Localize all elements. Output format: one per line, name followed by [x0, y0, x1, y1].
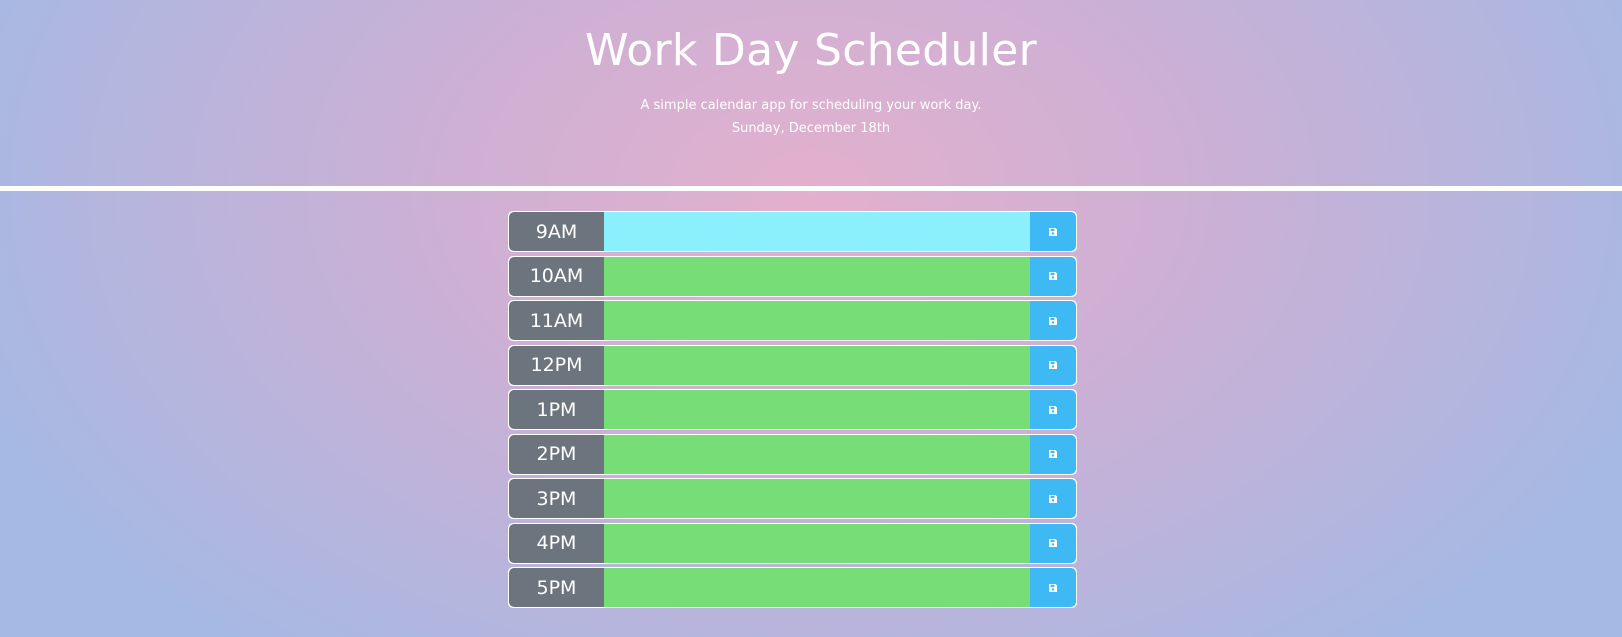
event-description-input[interactable]	[604, 479, 1030, 518]
time-block-row: 12PM	[508, 344, 1077, 386]
event-description-input[interactable]	[604, 256, 1030, 296]
hour-label: 11AM	[509, 301, 604, 340]
hour-label: 10AM	[509, 256, 604, 296]
event-description-input[interactable]	[604, 523, 1030, 563]
event-description-input[interactable]	[604, 301, 1030, 340]
save-button[interactable]	[1030, 523, 1076, 563]
page-subtitle: A simple calendar app for scheduling you…	[640, 98, 982, 113]
floppy-disk-icon	[1048, 583, 1058, 593]
time-block-row: 10AM	[508, 255, 1077, 297]
event-description-input[interactable]	[604, 212, 1030, 251]
floppy-disk-icon	[1048, 494, 1058, 504]
save-button[interactable]	[1030, 434, 1076, 474]
event-description-input[interactable]	[604, 568, 1030, 607]
event-description-input[interactable]	[604, 345, 1030, 385]
event-description-input[interactable]	[604, 434, 1030, 474]
floppy-disk-icon	[1048, 271, 1058, 281]
save-button[interactable]	[1030, 345, 1076, 385]
save-button[interactable]	[1030, 301, 1076, 340]
time-block-row: 9AM	[508, 211, 1077, 252]
time-block-row: 3PM	[508, 478, 1077, 519]
floppy-disk-icon	[1048, 360, 1058, 370]
page-title: Work Day Scheduler	[585, 25, 1037, 76]
save-button[interactable]	[1030, 479, 1076, 518]
header-divider	[0, 186, 1622, 191]
time-block-row: 4PM	[508, 522, 1077, 564]
time-block-row: 2PM	[508, 433, 1077, 475]
time-block-list: 9AM 10AM 11AM 12PM 1PM 2PM 3PM 4PM 5PM	[508, 211, 1077, 612]
time-block-row: 1PM	[508, 389, 1077, 430]
floppy-disk-icon	[1048, 405, 1058, 415]
floppy-disk-icon	[1048, 538, 1058, 548]
page-header: Work Day Scheduler A simple calendar app…	[0, 0, 1622, 186]
hour-label: 1PM	[509, 390, 604, 429]
current-date: Sunday, December 18th	[731, 121, 891, 136]
hour-label: 4PM	[509, 523, 604, 563]
save-button[interactable]	[1030, 212, 1076, 251]
time-block-row: 5PM	[508, 567, 1077, 608]
hour-label: 3PM	[509, 479, 604, 518]
hour-label: 12PM	[509, 345, 604, 385]
save-button[interactable]	[1030, 390, 1076, 429]
floppy-disk-icon	[1048, 316, 1058, 326]
hour-label: 9AM	[509, 212, 604, 251]
event-description-input[interactable]	[604, 390, 1030, 429]
floppy-disk-icon	[1048, 227, 1058, 237]
floppy-disk-icon	[1048, 449, 1058, 459]
save-button[interactable]	[1030, 256, 1076, 296]
hour-label: 2PM	[509, 434, 604, 474]
save-button[interactable]	[1030, 568, 1076, 607]
time-block-row: 11AM	[508, 300, 1077, 341]
hour-label: 5PM	[509, 568, 604, 607]
